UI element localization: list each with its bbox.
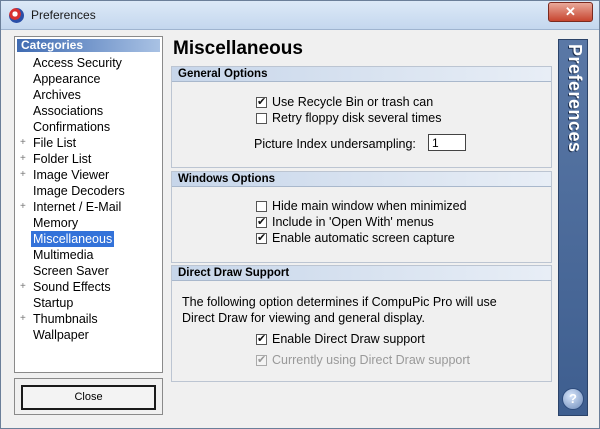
current-direct-draw-checkbox xyxy=(256,353,267,366)
expand-icon[interactable]: + xyxy=(20,311,26,327)
category-item[interactable]: Archives xyxy=(15,87,162,103)
category-item[interactable]: Associations xyxy=(15,103,162,119)
help-icon[interactable]: ? xyxy=(562,388,584,410)
category-item[interactable]: Memory xyxy=(15,215,162,231)
category-item[interactable]: Startup xyxy=(15,295,162,311)
categories-header: Categories xyxy=(17,39,160,52)
category-item-label: Thumbnails xyxy=(33,312,98,326)
undersampling-input[interactable]: 1 xyxy=(428,134,466,151)
categories-list: Access Security Appearance Archives Associa… xyxy=(15,55,162,343)
expand-icon[interactable]: + xyxy=(20,199,26,215)
preferences-banner: Preferences ? xyxy=(558,39,588,416)
screen-capture-checkbox[interactable] xyxy=(256,231,267,244)
category-item-label: Multimedia xyxy=(33,248,94,262)
category-item-label: Access Security xyxy=(33,56,122,70)
current-direct-draw-label: Currently using Direct Draw support xyxy=(272,353,470,367)
category-item[interactable]: + Sound Effects xyxy=(15,279,162,295)
page-title: Miscellaneous xyxy=(173,38,303,59)
category-item[interactable]: Multimedia xyxy=(15,247,162,263)
category-item-label: File List xyxy=(33,136,77,150)
direct-draw-header: Direct Draw Support xyxy=(172,266,551,281)
direct-draw-description-line1: The following option determines if Compu… xyxy=(182,295,497,309)
windows-options-group: Windows Options Hide main window when mi… xyxy=(171,171,552,263)
expand-icon[interactable]: + xyxy=(20,135,26,151)
close-button[interactable]: Close xyxy=(21,385,156,410)
open-with-checkbox[interactable] xyxy=(256,215,267,228)
categories-panel: Categories Access Security Appearance Arch… xyxy=(14,36,163,373)
category-item-label: Screen Saver xyxy=(33,264,109,278)
category-item-label: Folder List xyxy=(33,152,92,166)
category-item-label: Appearance xyxy=(33,72,101,86)
banner-text: Preferences xyxy=(565,44,585,153)
category-item[interactable]: + File List xyxy=(15,135,162,151)
category-item[interactable]: + Folder List xyxy=(15,151,162,167)
direct-draw-group: Direct Draw Support The following option… xyxy=(171,265,552,382)
window-close-button[interactable]: ✕ xyxy=(548,2,593,22)
category-item[interactable]: + Thumbnails xyxy=(15,311,162,327)
open-with-label: Include in 'Open With' menus xyxy=(272,215,434,229)
category-item-label: Confirmations xyxy=(33,120,111,134)
general-options-header: General Options xyxy=(172,67,551,82)
category-item[interactable]: Wallpaper xyxy=(15,327,162,343)
category-item[interactable]: Image Decoders xyxy=(15,183,162,199)
enable-direct-draw-label: Enable Direct Draw support xyxy=(272,332,425,346)
recycle-bin-checkbox[interactable] xyxy=(256,95,267,108)
expand-icon[interactable]: + xyxy=(20,151,26,167)
app-icon xyxy=(9,8,24,23)
general-options-group: General Options Use Recycle Bin or trash… xyxy=(171,66,552,168)
windows-options-header: Windows Options xyxy=(172,172,551,187)
retry-floppy-label: Retry floppy disk several times xyxy=(272,111,442,125)
recycle-bin-label: Use Recycle Bin or trash can xyxy=(272,95,434,109)
category-item-label: Associations xyxy=(33,104,104,118)
hide-window-label: Hide main window when minimized xyxy=(272,199,467,213)
close-button-frame: Close xyxy=(14,378,163,415)
window-title: Preferences xyxy=(31,8,96,22)
category-item[interactable]: Access Security xyxy=(15,55,162,71)
category-item-label: Wallpaper xyxy=(33,328,89,342)
category-item[interactable]: Appearance xyxy=(15,71,162,87)
expand-icon[interactable]: + xyxy=(20,279,26,295)
category-item[interactable]: Confirmations xyxy=(15,119,162,135)
category-item-label: Miscellaneous xyxy=(31,231,115,247)
category-item[interactable]: + Internet / E-Mail xyxy=(15,199,162,215)
hide-window-checkbox[interactable] xyxy=(256,201,267,212)
category-item[interactable]: Screen Saver xyxy=(15,263,162,279)
undersampling-label: Picture Index undersampling: xyxy=(254,137,416,151)
category-item[interactable]: Miscellaneous xyxy=(15,231,162,247)
category-item-label: Startup xyxy=(33,296,74,310)
category-item-label: Archives xyxy=(33,88,81,102)
category-item[interactable]: + Image Viewer xyxy=(15,167,162,183)
title-bar: Preferences ✕ xyxy=(1,1,599,30)
expand-icon[interactable]: + xyxy=(20,167,26,183)
category-item-label: Internet / E-Mail xyxy=(33,200,122,214)
category-item-label: Image Viewer xyxy=(33,168,110,182)
category-item-label: Image Decoders xyxy=(33,184,125,198)
screen-capture-label: Enable automatic screen capture xyxy=(272,231,455,245)
direct-draw-description: The following option determines if Compu… xyxy=(182,294,497,326)
enable-direct-draw-checkbox[interactable] xyxy=(256,332,267,345)
preferences-window: Preferences ✕ Categories Access Security… xyxy=(0,0,600,429)
direct-draw-description-line2: Direct Draw for viewing and general disp… xyxy=(182,311,425,325)
retry-floppy-checkbox[interactable] xyxy=(256,113,267,124)
category-item-label: Memory xyxy=(33,216,79,230)
category-item-label: Sound Effects xyxy=(33,280,111,294)
